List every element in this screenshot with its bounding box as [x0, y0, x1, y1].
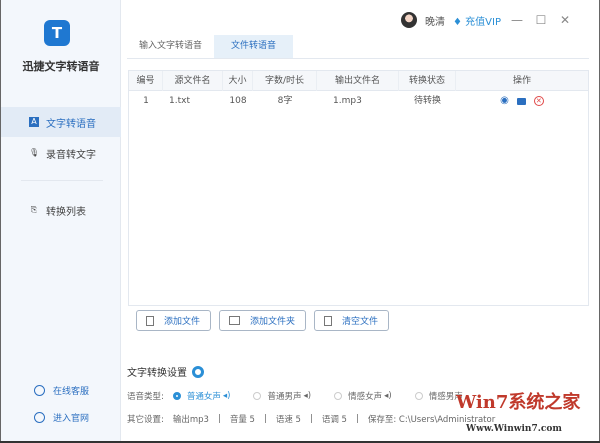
voice-type-row: 语音类型: 普通女声 ◂) 普通男声 ◂) 情感女声 ◂) 情感男声 [127, 390, 477, 402]
setting-speed[interactable]: 语速 5 [276, 413, 301, 425]
link-label: 进入官网 [53, 414, 90, 424]
text-icon: A [29, 117, 39, 127]
app-logo: T [44, 20, 70, 46]
cell-size: 108 [229, 96, 247, 106]
option-label: 普通男声 [267, 392, 302, 402]
cell-output: 1.mp3 [333, 96, 362, 106]
close-button[interactable]: ✕ [557, 13, 573, 27]
online-support-link[interactable]: 在线客服 [34, 384, 89, 397]
sidebar-item-speech-to-text[interactable]: 🎙 录音转文字 [1, 138, 121, 168]
button-label: 清空文件 [342, 317, 379, 327]
sidebar-item-label: 文字转语音 [46, 118, 96, 130]
maximize-button[interactable]: ☐ [533, 13, 549, 27]
divider [21, 180, 103, 181]
option-label: 情感女声 [348, 392, 383, 402]
globe-icon [34, 412, 45, 423]
watermark-url: Www.Winwin7.com [466, 424, 562, 434]
app-name: 迅捷文字转语音 [22, 60, 100, 73]
col-header: 转换状态 [399, 70, 456, 91]
app-window: T 迅捷文字转语音 A 文字转语音 🎙 录音转文字 ⎘ 转换列表 在线客服 进入官网 … [0, 0, 600, 441]
add-file-button[interactable]: 添加文件 [136, 310, 212, 331]
gear-icon[interactable] [192, 365, 204, 378]
other-label: 其它设置: [127, 415, 164, 425]
cell-source: 1.txt [169, 96, 190, 106]
col-header: 操作 [512, 75, 531, 86]
col-header: 编号 [129, 70, 163, 91]
sidebar-item-label: 录音转文字 [46, 149, 96, 161]
official-site-link[interactable]: 进入官网 [34, 411, 89, 424]
button-label: 添加文件夹 [250, 317, 296, 327]
voice-option[interactable]: 情感女声 ◂) [334, 390, 392, 402]
delete-icon[interactable]: ✕ [533, 96, 544, 106]
title-bar: 晚清 ♦ 充值VIP — ☐ ✕ [401, 12, 573, 28]
username[interactable]: 晚清 [425, 13, 445, 28]
sidebar-item-conversion-list[interactable]: ⎘ 转换列表 [1, 195, 121, 225]
option-label: 普通女声 [186, 392, 221, 402]
sidebar-item-text-to-speech[interactable]: A 文字转语音 [1, 107, 121, 137]
voice-label: 语音类型: [127, 392, 164, 402]
cell-count: 8字 [277, 96, 293, 106]
tab-input-text[interactable]: 输入文字转语音 [127, 35, 214, 58]
file-table: 编号 源文件名 大小 字数/时长 输出文件名 转换状态 操作 1 1.txt 1… [128, 70, 589, 306]
radio[interactable] [414, 392, 423, 400]
support-icon [34, 385, 45, 396]
file-add-icon [146, 315, 154, 326]
vip-button[interactable]: ♦ 充值VIP [453, 13, 501, 28]
radio[interactable] [253, 392, 262, 400]
link-label: 在线客服 [53, 387, 90, 397]
minimize-button[interactable]: — [509, 13, 525, 27]
setting-volume[interactable]: 音量 5 [230, 413, 255, 425]
sidebar: T 迅捷文字转语音 A 文字转语音 🎙 录音转文字 ⎘ 转换列表 在线客服 进入官网 [1, 0, 121, 441]
cell-actions: ◉ ✕ [456, 91, 588, 111]
table-header: 编号 源文件名 大小 字数/时长 输出文件名 转换状态 操作 [129, 70, 588, 91]
avatar[interactable] [401, 12, 417, 28]
table-row[interactable]: 1 1.txt 108 8字 1.mp3 待转换 ◉ ✕ [129, 91, 588, 111]
vip-label: 充值VIP [465, 16, 501, 28]
other-settings-row: 其它设置: 输出mp3 | 音量 5 | 语速 5 | 语调 5 | 保存至: C:\U… [127, 413, 496, 425]
clear-files-button[interactable]: 清空文件 [314, 310, 390, 331]
sidebar-item-label: 转换列表 [46, 206, 86, 218]
list-icon: ⎘ [30, 205, 38, 214]
cell-status: 待转换 [413, 96, 441, 106]
col-header: 输出文件名 [317, 70, 399, 91]
col-header: 源文件名 [163, 70, 223, 91]
tab-file-to-speech[interactable]: 文件转语音 [214, 35, 294, 58]
setting-format[interactable]: 输出mp3 [173, 413, 209, 425]
setting-pitch[interactable]: 语调 5 [322, 413, 347, 425]
watermark: Win7系统之家 [456, 392, 581, 413]
voice-option[interactable]: 普通女声 ◂) [172, 390, 230, 402]
radio[interactable] [172, 392, 181, 400]
microphone-icon: 🎙 [29, 148, 40, 157]
trash-icon [324, 315, 333, 326]
folder-icon [229, 316, 241, 325]
cell-no: 1 [143, 96, 149, 106]
settings-title: 文字转换设置 [127, 364, 204, 379]
tab-bar: 输入文字转语音 文件转语音 [127, 35, 589, 59]
col-header: 大小 [223, 70, 253, 91]
eye-icon[interactable]: ◉ [500, 91, 509, 111]
add-folder-button[interactable]: 添加文件夹 [219, 310, 307, 331]
file-actions: 添加文件 添加文件夹 清空文件 [136, 310, 390, 331]
folder-icon[interactable] [516, 97, 526, 105]
radio[interactable] [334, 392, 343, 400]
voice-option[interactable]: 普通男声 ◂) [253, 390, 311, 402]
settings-heading: 文字转换设置 [127, 368, 187, 379]
col-header: 字数/时长 [253, 70, 317, 91]
button-label: 添加文件 [164, 317, 201, 327]
